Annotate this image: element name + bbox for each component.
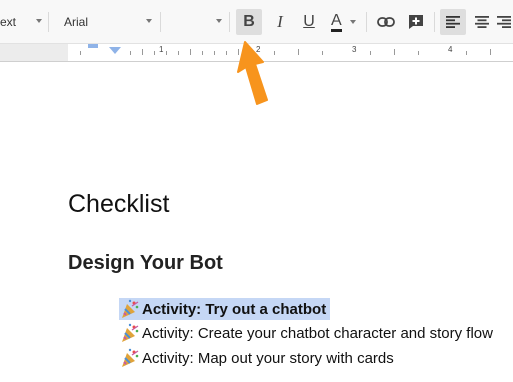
ruler-tick [322, 51, 323, 55]
italic-icon: I [277, 12, 283, 31]
chevron-down-icon [146, 19, 152, 23]
font-size-dropdown[interactable] [168, 9, 222, 35]
party-popper-icon [122, 299, 139, 318]
section-heading: Design Your Bot [68, 252, 223, 274]
toolbar-divider [434, 12, 435, 32]
chevron-down-icon [216, 19, 222, 23]
ruler-tick [490, 49, 491, 55]
ruler-tick [142, 49, 143, 55]
ruler-margin [0, 44, 68, 61]
ruler-tick [166, 51, 167, 55]
align-left-button[interactable] [440, 9, 466, 35]
ruler-tick [178, 51, 179, 55]
ruler-tick [370, 51, 371, 55]
ruler-tick [80, 51, 81, 55]
ruler-number: 3 [352, 45, 357, 54]
paragraph-style-value: ext [0, 15, 17, 29]
toolbar-divider [48, 12, 49, 32]
font-family-value: Arial [64, 15, 89, 29]
ruler-tick [214, 51, 215, 55]
add-comment-icon [409, 15, 423, 29]
ruler-tick [466, 51, 467, 55]
list-item-text: Activity: Create your chatbot character … [142, 324, 493, 342]
align-left-icon [446, 16, 460, 28]
text-color-icon: A [331, 12, 342, 32]
underline-icon: U [303, 13, 315, 30]
toolbar-divider [366, 12, 367, 32]
first-line-indent-marker[interactable] [88, 44, 98, 48]
left-indent-marker[interactable] [109, 47, 121, 55]
list-item[interactable]: Activity: Map out your story with cards [119, 347, 394, 369]
ruler-number: 4 [448, 45, 453, 54]
text-color-button[interactable]: A [325, 9, 359, 35]
align-center-icon [475, 16, 489, 28]
formatting-toolbar: ext Arial B I U A [0, 0, 513, 44]
insert-comment-button[interactable] [403, 9, 429, 35]
insert-link-button[interactable] [373, 9, 399, 35]
list-item[interactable]: Activity: Try out a chatbot [119, 298, 331, 320]
italic-button[interactable]: I [267, 9, 293, 35]
underline-button[interactable]: U [296, 9, 322, 35]
party-popper-icon [122, 323, 139, 342]
link-icon [377, 17, 395, 27]
list-item-text: Activity: Try out a chatbot [142, 300, 327, 318]
ruler-tick [130, 51, 131, 55]
ruler-tick [394, 49, 395, 55]
party-popper-icon [122, 348, 139, 367]
align-right-button[interactable] [497, 9, 513, 35]
ruler-tick [226, 51, 227, 55]
bold-button[interactable]: B [236, 9, 262, 35]
ruler-tick [190, 49, 191, 55]
list-item[interactable]: Activity: Create your chatbot character … [119, 322, 493, 344]
ruler-number: 1 [159, 45, 164, 54]
list-item-text: Activity: Map out your story with cards [142, 349, 394, 367]
document-title: Checklist [68, 190, 170, 218]
paragraph-style-dropdown[interactable]: ext [0, 9, 42, 35]
ruler-tick [202, 51, 203, 55]
chevron-down-icon [36, 19, 42, 23]
font-family-dropdown[interactable]: Arial [56, 9, 152, 35]
align-center-button[interactable] [469, 9, 495, 35]
toolbar-divider [229, 12, 230, 32]
chevron-down-icon [350, 20, 356, 24]
annotation-arrow-icon [237, 41, 268, 105]
ruler-tick [154, 51, 155, 55]
ruler-tick [298, 49, 299, 55]
align-right-icon [497, 16, 511, 28]
ruler-tick [418, 51, 419, 55]
toolbar-divider [160, 12, 161, 32]
bold-icon: B [243, 13, 255, 30]
